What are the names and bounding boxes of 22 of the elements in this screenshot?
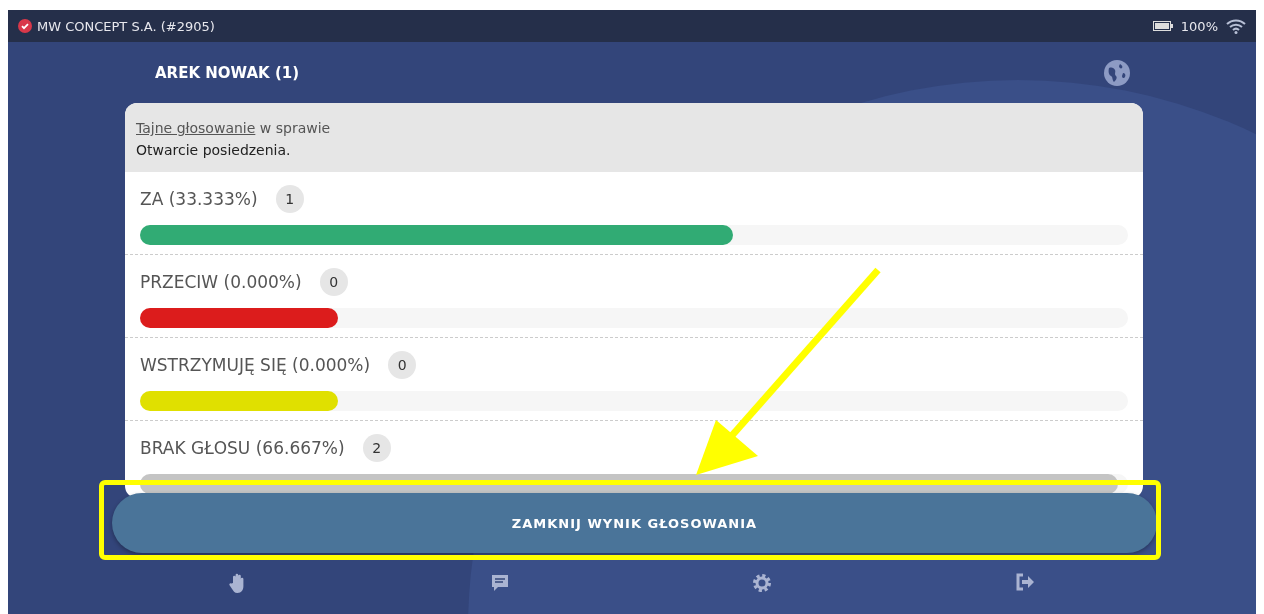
logout-icon[interactable] <box>1014 573 1035 591</box>
organization-name: MW CONCEPT S.A. (#2905) <box>37 18 215 34</box>
option-label: ZA (33.333%) <box>140 189 258 209</box>
vote-count: 2 <box>362 434 391 462</box>
battery-icon <box>1152 21 1173 31</box>
option-label: BRAK GŁOSU (66.667%) <box>140 438 345 458</box>
globe-icon[interactable] <box>1104 59 1130 86</box>
vote-type-text: Tajne głosowanie w sprawie <box>136 119 332 138</box>
user-name: AREK NOWAK (1) <box>155 63 300 82</box>
secret-vote-link[interactable]: Tajne głosowanie <box>136 120 256 136</box>
option-label: PRZECIW (0.000%) <box>140 272 302 292</box>
check-circle-icon <box>18 19 32 33</box>
vote-subject: Otwarcie posiedzenia. <box>136 141 292 160</box>
message-icon[interactable] <box>489 573 510 593</box>
option-label: WSTRZYMUJĘ SIĘ (0.000%) <box>140 355 371 375</box>
vote-count: 0 <box>388 351 417 379</box>
battery-level: 100% <box>1180 18 1218 34</box>
close-results-button[interactable]: ZAMKNIJ WYNIK GŁOSOWANIA <box>112 493 1157 553</box>
vote-count: 0 <box>319 268 348 296</box>
settings-icon[interactable] <box>752 573 773 593</box>
vote-count: 1 <box>275 185 304 213</box>
wifi-icon <box>1226 18 1246 34</box>
